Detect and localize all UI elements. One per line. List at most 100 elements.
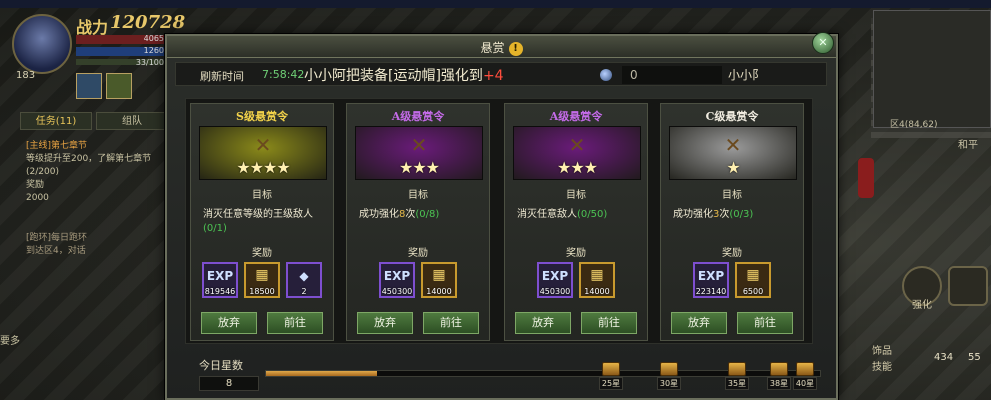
target-progress: (0/8) [415,209,440,220]
reward-qty: 6500 [742,287,764,296]
target-text: 成功强化 [673,209,713,220]
tab-team[interactable]: 组队 [96,112,168,130]
reward-qty: 14000 [426,287,452,296]
grade-stars: ★★★★ [236,158,290,177]
reward-item-exp[interactable]: EXP 819546 [202,262,238,298]
grid-menu-button[interactable] [948,266,988,306]
hp-bar: 4065 [76,34,166,44]
star-chest[interactable]: 38星 [767,362,791,394]
reward-item-exp[interactable]: EXP 450300 [379,262,415,298]
player-name-field[interactable]: 小小阝 [722,66,822,84]
daily-quest[interactable]: [跑环]每日跑环 到达区4，对话 [26,232,176,258]
card-target: 成功强化8次(0/8) [359,208,483,222]
exp-icon: EXP [206,269,234,283]
buff-icon[interactable] [106,73,132,99]
reward-qty: 819546 [204,287,236,296]
grade-stars: ★ [726,158,740,177]
star-chest[interactable]: 25星 [599,362,623,394]
reward-item-crystal[interactable]: ◆ 2 [286,262,322,298]
chest-label: 40星 [793,377,817,390]
chest-icon [660,362,678,376]
mp-text: 1260 [143,46,164,55]
reward-item-gold[interactable]: ▦ 18500 [244,262,280,298]
enhance-label: 强化 [912,300,932,311]
top-bar [0,0,991,8]
red-hydrant [858,158,874,198]
star-chest[interactable]: 40星 [793,362,817,394]
side-tabs: 任务(11) 组队 [20,112,168,130]
peace-mode-toggle[interactable]: 和平 [958,136,978,151]
today-stars-label: 今日星数 [199,359,243,372]
star-chest[interactable]: 30星 [657,362,681,394]
daily-title: [跑环]每日跑环 [26,233,88,243]
abandon-button[interactable]: 放弃 [357,312,413,334]
target-suffix: 次 [719,209,730,220]
stars-progress-fill [266,371,377,376]
reward-item-exp[interactable]: EXP 450300 [537,262,573,298]
card-target: 消灭任意等级的王级敌人 (0/1) [203,208,327,236]
gem-field[interactable]: 0 [622,66,722,84]
card-banner: ✕ ★★★★ [199,126,327,180]
card-banner: ✕ ★★★ [513,126,641,180]
reward-qty: 450300 [539,287,571,296]
bounty-card: S级悬赏令 ✕ ★★★★ 目标 消灭任意等级的王级敌人 (0/1) 奖励 EXP … [190,103,334,341]
dialog-header: 悬赏! ✕ [167,32,836,58]
tab-quests[interactable]: 任务(11) [20,112,92,130]
mp-bar: 1260 [76,46,166,56]
reward-item-gold[interactable]: ▦ 6500 [735,262,771,298]
hp-text: 4065 [143,34,164,43]
target-progress: (0/1) [203,223,227,234]
abandon-button[interactable]: 放弃 [515,312,571,334]
card-banner: ✕ ★ [669,126,797,180]
broadcast-plus: +4 [482,68,504,84]
close-button[interactable]: ✕ [812,32,834,54]
star-chest[interactable]: 35星 [725,362,749,394]
reward-item-gold[interactable]: ▦ 14000 [421,262,457,298]
skill-label[interactable]: 技能 [872,358,892,373]
daily-stars-row: 今日星数 8 25星 30星 35星 38星 40星 [175,354,827,398]
gold-icon: ▦ [746,267,760,283]
target-progress: (0/50) [577,209,608,220]
abandon-button[interactable]: 放弃 [201,312,257,334]
minimap[interactable] [873,10,991,128]
reward-label: 奖励 [722,248,742,259]
target-label: 目标 [722,190,742,201]
quest-reward-label: 奖励 [26,180,45,190]
chest-icon [728,362,746,376]
grade-stars: ★★★ [398,158,440,177]
more-label: 要多 [0,336,20,347]
target-progress: (0/3) [729,209,754,220]
crossed-guns-icon: ✕ [254,133,272,157]
abandon-button[interactable]: 放弃 [671,312,727,334]
card-buttons: 放弃 前往 [515,312,637,334]
target-text: 消灭任意等级的王级敌人 [203,209,313,220]
goto-button[interactable]: 前往 [423,312,479,334]
refresh-row: 刷新时间 7:58:42 小小阿把装备[运动帽]强化到+4 0 小小阝 [175,62,827,86]
reward-item-gold[interactable]: ▦ 14000 [579,262,615,298]
card-target: 消灭任意敌人(0/50) [517,208,641,222]
reward-item-exp[interactable]: EXP 223140 [693,262,729,298]
bounty-card: A级悬赏令 ✕ ★★★ 目标 成功强化8次(0/8) 奖励 EXP 450300… [346,103,490,341]
goto-button[interactable]: 前往 [267,312,323,334]
crossed-guns-icon: ✕ [410,133,428,157]
info-icon[interactable]: ! [508,41,523,56]
player-avatar[interactable] [12,14,72,74]
goto-button[interactable]: 前往 [737,312,793,334]
chest-icon [796,362,814,376]
goto-button[interactable]: 前往 [581,312,637,334]
today-stars-value: 8 [199,376,259,391]
card-banner: ✕ ★★★ [355,126,483,180]
reward-list: EXP 819546 ▦ 18500 ◆ 2 [191,262,333,298]
bounty-cards: S级悬赏令 ✕ ★★★★ 目标 消灭任意等级的王级敌人(0/1) 奖励 EXP … [185,98,813,344]
guild-icon[interactable] [76,73,102,99]
broadcast-text: 小小阿把装备[运动帽]强化到 [304,68,483,84]
exp-icon: EXP [383,269,411,283]
reward-label: 奖励 [252,248,272,259]
dialog-title: 悬赏! [167,39,836,56]
card-title: C级悬赏令 [705,110,759,123]
gold-icon: ▦ [590,267,604,283]
chest-label: 35星 [725,377,749,390]
main-quest[interactable]: [主线]第七章节 等级提升至200，了解第七章节 (2/200) 奖励 2000 [26,140,176,205]
accessory-label[interactable]: 饰品 [872,342,892,357]
reward-qty: 223140 [695,287,727,296]
